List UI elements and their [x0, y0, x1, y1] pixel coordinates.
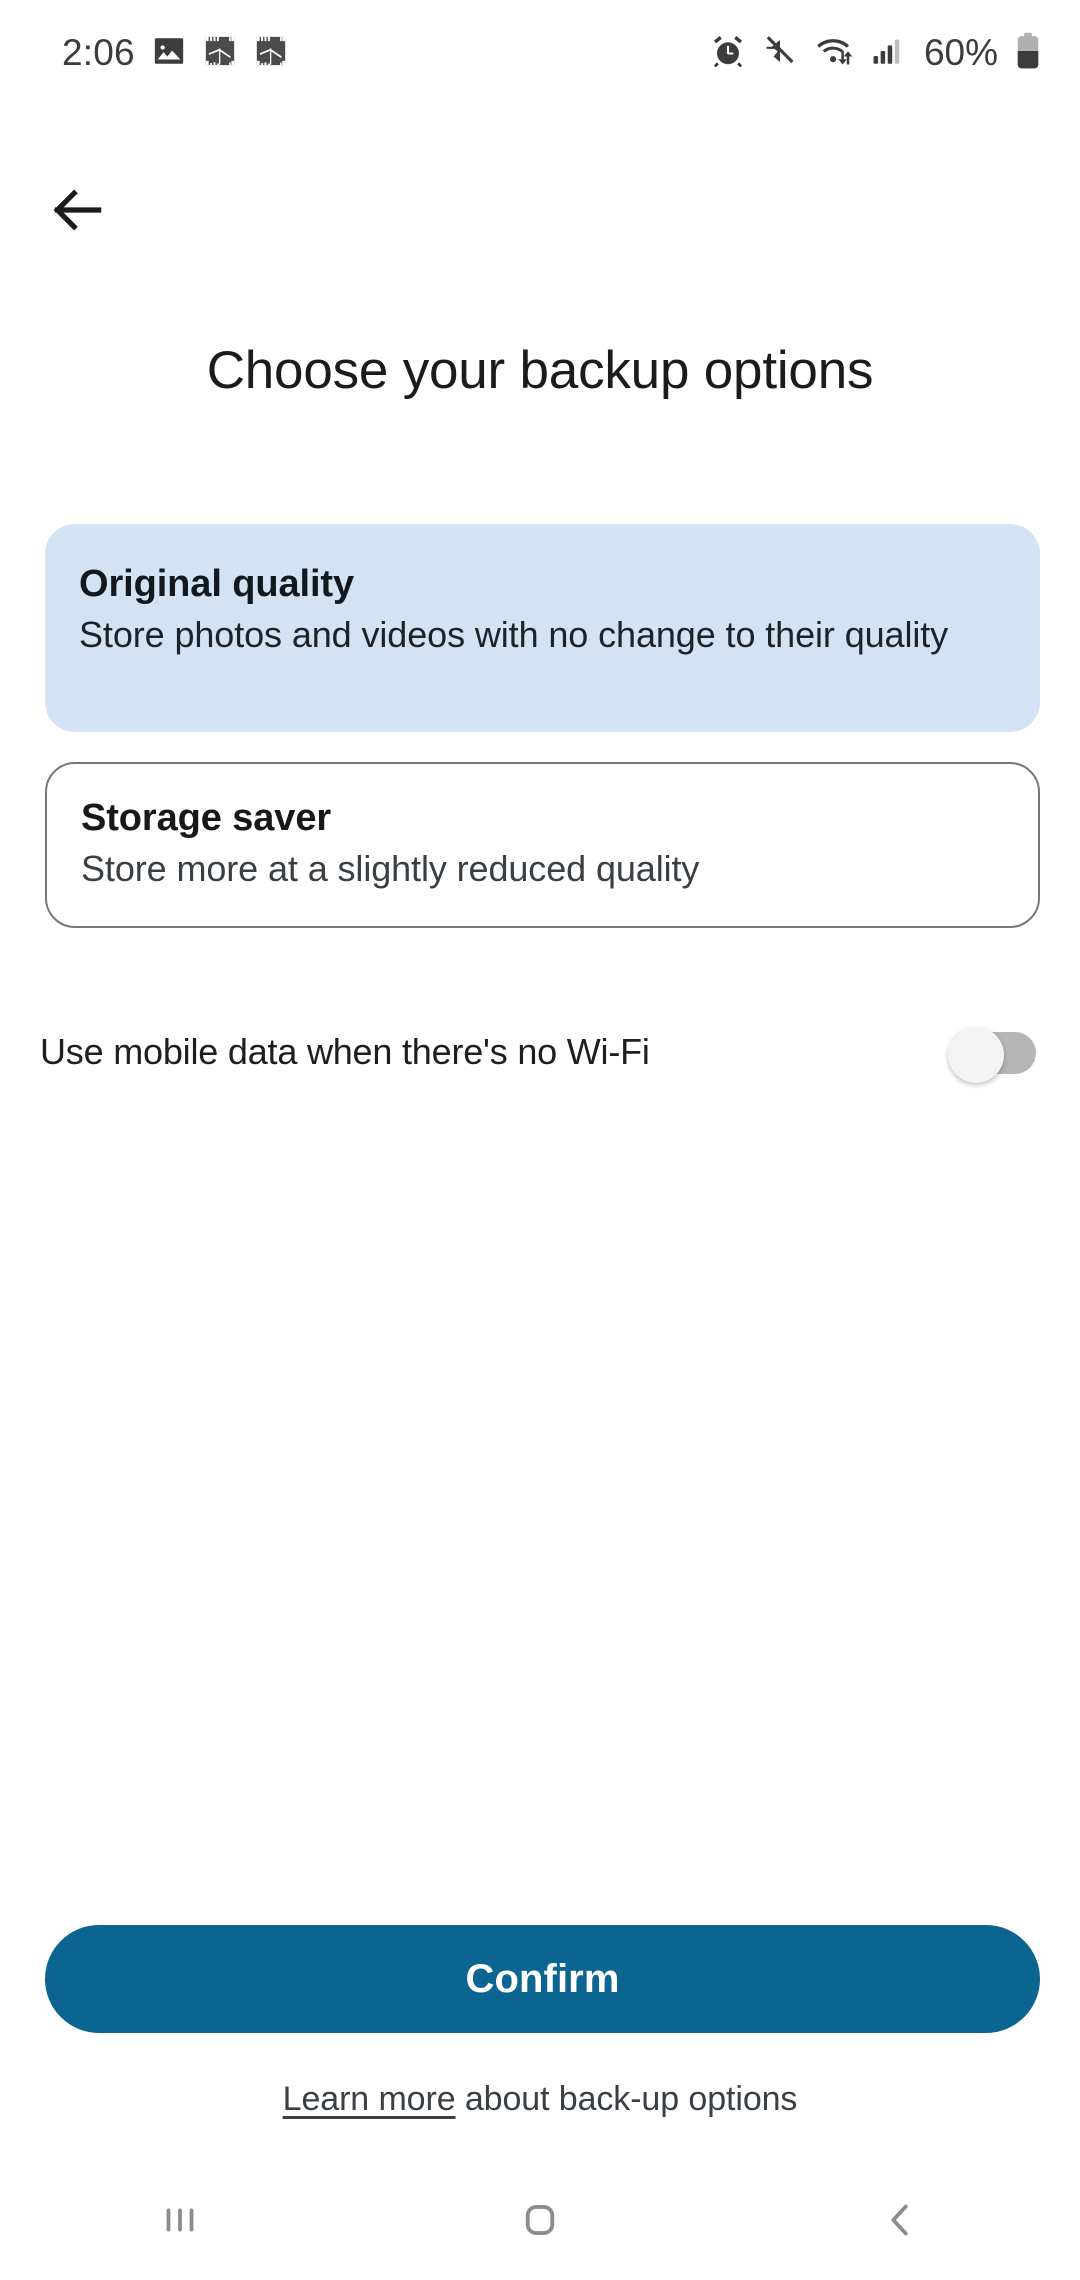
- option-description: Store more at a slightly reduced quality: [81, 847, 700, 889]
- app-bar: [0, 106, 1080, 236]
- option-title: Storage saver: [81, 797, 332, 839]
- confirm-button[interactable]: Confirm: [45, 1925, 1040, 2033]
- options-spacer: [45, 732, 1040, 762]
- battery-percent: 60%: [923, 31, 998, 73]
- back-arrow-icon: [47, 179, 109, 246]
- status-bar-left: 2:06: [62, 34, 288, 73]
- mobile-data-label: Use mobile data when there's no Wi-Fi: [40, 1031, 650, 1072]
- alarm-icon: [710, 33, 746, 74]
- mute-icon: [762, 33, 798, 74]
- backup-options-list: Original quality Store photos and videos…: [45, 524, 1040, 928]
- learn-more-link[interactable]: Learn more: [283, 2080, 456, 2118]
- option-description: Store photos and videos with no change t…: [79, 613, 949, 655]
- system-nav-bar: [0, 2164, 1080, 2280]
- battery-icon: [1014, 32, 1042, 75]
- status-time: 2:06: [62, 31, 135, 73]
- screenshot-icon: [203, 34, 237, 73]
- option-title: Original quality: [79, 563, 354, 605]
- wifi-icon: [814, 31, 854, 76]
- back-button[interactable]: [34, 168, 122, 256]
- screenshot-icon: [254, 34, 288, 73]
- back-chevron-icon: [877, 2197, 923, 2248]
- mobile-data-row: Use mobile data when there's no Wi-Fi: [40, 1010, 1040, 1094]
- nav-back-button[interactable]: [720, 2164, 1080, 2280]
- nav-recents-button[interactable]: [0, 2164, 360, 2280]
- learn-more-text: about back-up options: [455, 2080, 798, 2118]
- nav-home-button[interactable]: [360, 2164, 720, 2280]
- signal-icon: [870, 34, 904, 73]
- toggle-thumb: [948, 1027, 1004, 1083]
- page-title: Choose your backup options: [206, 341, 874, 400]
- option-card-original-quality[interactable]: Original quality Store photos and videos…: [45, 524, 1040, 732]
- status-bar: 2:06 60%: [0, 0, 1080, 106]
- photo-icon: [152, 34, 186, 73]
- home-icon: [517, 2197, 563, 2248]
- recents-icon: [157, 2197, 203, 2248]
- status-bar-right: 60%: [710, 31, 1042, 76]
- mobile-data-toggle[interactable]: [948, 1027, 1036, 1083]
- learn-more-row: Learn more about back-up options: [0, 2080, 1080, 2119]
- option-card-storage-saver[interactable]: Storage saver Store more at a slightly r…: [45, 762, 1040, 928]
